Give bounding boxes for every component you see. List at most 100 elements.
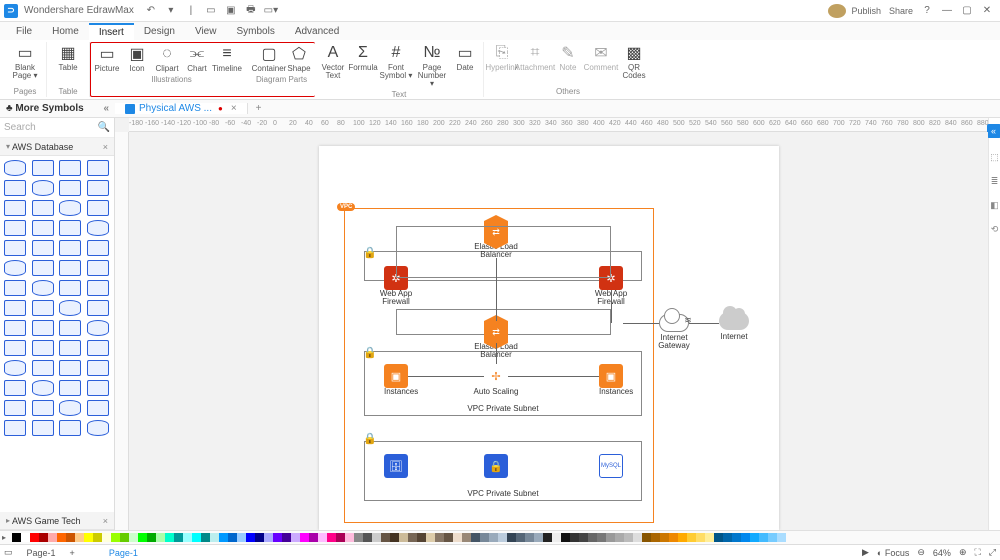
color-swatch[interactable] xyxy=(174,533,183,542)
color-swatch[interactable] xyxy=(354,533,363,542)
menu-home[interactable]: Home xyxy=(42,24,89,39)
color-swatch[interactable] xyxy=(561,533,570,542)
color-swatch[interactable] xyxy=(660,533,669,542)
color-swatch[interactable] xyxy=(480,533,489,542)
color-swatch[interactable] xyxy=(390,533,399,542)
color-swatch[interactable] xyxy=(462,533,471,542)
panel-theme-icon[interactable]: ◧ xyxy=(990,200,1000,210)
palette-shape[interactable] xyxy=(4,360,26,376)
palette-shape[interactable] xyxy=(32,400,54,416)
palette-shape[interactable] xyxy=(59,180,81,196)
palette-shape[interactable] xyxy=(4,420,26,436)
table-button[interactable]: ▦Table xyxy=(51,42,85,74)
color-swatch[interactable] xyxy=(246,533,255,542)
color-swatch[interactable] xyxy=(471,533,480,542)
zoom-in-button[interactable]: ⊕ xyxy=(959,547,967,558)
attachment-button[interactable]: ⌗Attachment xyxy=(518,42,552,82)
color-swatch[interactable] xyxy=(588,533,597,542)
color-swatch[interactable] xyxy=(363,533,372,542)
color-swatch[interactable] xyxy=(12,533,21,542)
container-button[interactable]: ▢Container xyxy=(255,43,283,75)
palette-shape[interactable] xyxy=(32,340,54,356)
color-swatch[interactable] xyxy=(165,533,174,542)
icon-button[interactable]: ▣Icon xyxy=(123,43,151,75)
color-swatch[interactable] xyxy=(606,533,615,542)
palette-shape[interactable] xyxy=(32,220,54,236)
color-swatch[interactable] xyxy=(156,533,165,542)
palette-shape[interactable] xyxy=(32,180,54,196)
focus-toggle[interactable]: ◐ Focus xyxy=(877,548,909,558)
add-page-button[interactable]: + xyxy=(70,548,75,558)
palette-shape[interactable] xyxy=(4,300,26,316)
palette-shape[interactable] xyxy=(59,260,81,276)
color-swatch[interactable] xyxy=(696,533,705,542)
swatch-menu-icon[interactable]: ▸ xyxy=(2,533,12,542)
color-swatch[interactable] xyxy=(552,533,561,542)
qa-open-icon[interactable]: ▣ xyxy=(224,4,238,18)
palette-shape[interactable] xyxy=(87,180,109,196)
palette-shape[interactable] xyxy=(87,240,109,256)
color-swatch[interactable] xyxy=(219,533,228,542)
color-swatch[interactable] xyxy=(381,533,390,542)
qa-save-icon[interactable]: 🖶 xyxy=(244,4,258,18)
instances-node-1[interactable]: ▣ Instances xyxy=(384,364,418,396)
palette-shape[interactable] xyxy=(87,360,109,376)
palette-shape[interactable] xyxy=(4,180,26,196)
color-swatch[interactable] xyxy=(453,533,462,542)
color-swatch[interactable] xyxy=(579,533,588,542)
fullscreen-button[interactable]: ⤢ xyxy=(989,547,996,558)
picture-button[interactable]: ▭Picture xyxy=(93,43,121,75)
accordion-aws-database[interactable]: ▾ AWS Database × xyxy=(0,138,114,156)
close-button[interactable]: ✕ xyxy=(978,4,996,18)
color-swatch[interactable] xyxy=(597,533,606,542)
publish-button[interactable]: Publish xyxy=(848,4,884,18)
palette-shape[interactable] xyxy=(87,160,109,176)
date-button[interactable]: ▭Date xyxy=(451,42,479,90)
instances-node-2[interactable]: ▣ Instances xyxy=(599,364,633,396)
minimize-button[interactable]: — xyxy=(938,4,956,18)
color-swatch[interactable] xyxy=(192,533,201,542)
palette-shape[interactable] xyxy=(32,300,54,316)
blank-page-button[interactable]: ▭Blank Page ▾ xyxy=(8,42,42,82)
internet-gateway-node[interactable]: Internet Gateway xyxy=(659,314,694,351)
panel-history-icon[interactable]: ⟲ xyxy=(990,224,1000,234)
elb-node-2[interactable]: ⇄ Elastic Load Balancer xyxy=(484,321,521,360)
timeline-button[interactable]: ≡Timeline xyxy=(213,43,241,75)
palette-shape[interactable] xyxy=(4,380,26,396)
palette-shape[interactable] xyxy=(32,380,54,396)
mysql-node[interactable]: MySQL xyxy=(599,454,623,478)
color-swatch[interactable] xyxy=(417,533,426,542)
color-swatch[interactable] xyxy=(669,533,678,542)
color-swatch[interactable] xyxy=(21,533,30,542)
color-swatch[interactable] xyxy=(723,533,732,542)
undo-icon[interactable]: ↶ xyxy=(144,4,158,18)
palette-shape[interactable] xyxy=(32,280,54,296)
color-swatch[interactable] xyxy=(237,533,246,542)
color-swatch[interactable] xyxy=(183,533,192,542)
color-swatch[interactable] xyxy=(687,533,696,542)
color-swatch[interactable] xyxy=(93,533,102,542)
color-swatch[interactable] xyxy=(750,533,759,542)
palette-shape[interactable] xyxy=(4,240,26,256)
palette-shape[interactable] xyxy=(4,220,26,236)
color-swatch[interactable] xyxy=(201,533,210,542)
color-swatch[interactable] xyxy=(777,533,786,542)
palette-shape[interactable] xyxy=(59,300,81,316)
color-swatch[interactable] xyxy=(264,533,273,542)
color-swatch[interactable] xyxy=(300,533,309,542)
user-avatar[interactable] xyxy=(828,4,846,18)
color-swatch[interactable] xyxy=(309,533,318,542)
page-list-icon[interactable]: ▭ xyxy=(4,547,13,558)
palette-shape[interactable] xyxy=(59,240,81,256)
palette-shape[interactable] xyxy=(32,360,54,376)
palette-shape[interactable] xyxy=(87,300,109,316)
palette-shape[interactable] xyxy=(87,200,109,216)
palette-shape[interactable] xyxy=(4,320,26,336)
color-swatch[interactable] xyxy=(372,533,381,542)
comment-button[interactable]: ✉Comment xyxy=(584,42,618,82)
color-swatch[interactable] xyxy=(633,533,642,542)
color-swatch[interactable] xyxy=(138,533,147,542)
palette-shape[interactable] xyxy=(4,340,26,356)
menu-advanced[interactable]: Advanced xyxy=(285,24,349,39)
menu-view[interactable]: View xyxy=(185,24,227,39)
